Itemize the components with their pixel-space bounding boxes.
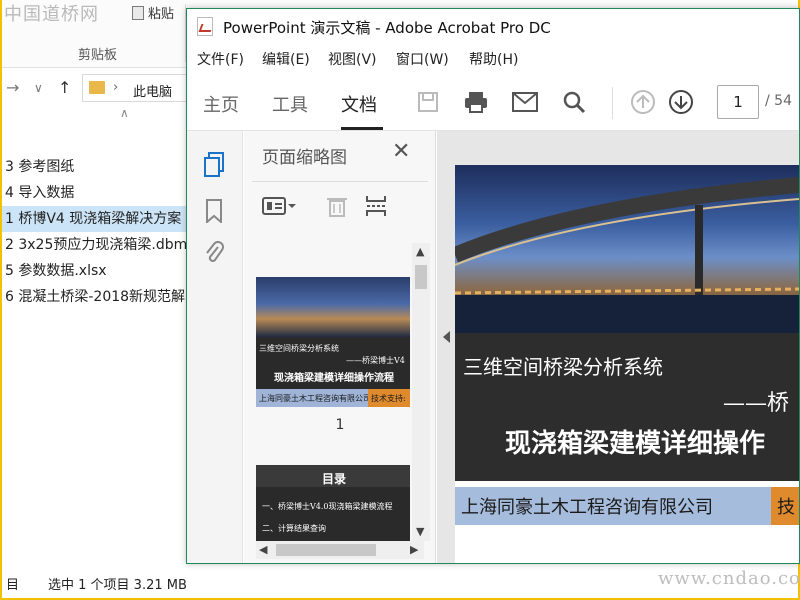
folder-icon — [89, 81, 105, 94]
thumbnail-options-icon[interactable] — [262, 193, 296, 219]
address-bar[interactable]: › 此电脑 — [82, 74, 192, 102]
thumbnail-page-number: 1 — [335, 417, 345, 433]
window-title: PowerPoint 演示文稿 - Adobe Acrobat Pro DC — [223, 19, 551, 37]
file-item[interactable]: 6 混凝土桥梁-2018新规范解 — [2, 284, 192, 310]
page-number-input[interactable]: 1 — [717, 85, 759, 119]
page-thumbnails-panel: 页面缩略图 ✕ 三维空间桥梁分析系统 ——桥梁博士V4 现浇箱梁建模详细操作流程… — [244, 131, 436, 563]
file-item[interactable]: 2 3x25预应力现浇箱梁.dbm — [2, 232, 192, 258]
save-icon[interactable] — [415, 89, 441, 115]
thumbnail-line3: 现浇箱梁建模详细操作流程 — [274, 373, 394, 384]
address-bar-area: → ∨ ↑ › 此电脑 — [2, 72, 192, 104]
slide-line1: 三维空间桥梁分析系统 — [463, 355, 663, 379]
thumbnail-company: 上海同豪土木工程咨询有限公司 — [259, 394, 371, 403]
status-selection: 选中 1 个项目 3.21 MB — [48, 578, 187, 593]
menu-bar: 文件(F) 编辑(E) 视图(V) 窗口(W) 帮助(H) — [187, 47, 799, 71]
thumbnail-bridge-photo — [256, 277, 410, 337]
search-icon[interactable] — [561, 89, 587, 115]
page-thumbnails-icon[interactable] — [201, 151, 227, 179]
scroll-left-icon[interactable]: ◀ — [259, 543, 267, 556]
paste-icon — [132, 6, 144, 20]
menu-file[interactable]: 文件(F) — [197, 49, 244, 69]
path-chevron-icon: › — [113, 80, 119, 95]
main-toolbar: 主页 工具 文档 1 / 54 — [187, 75, 799, 131]
thumbnails-panel-title: 页面缩略图 — [262, 148, 347, 168]
clipboard-group-label: 剪贴板 — [78, 48, 118, 63]
paste-label: 粘贴 — [148, 7, 175, 22]
email-icon[interactable] — [512, 89, 538, 115]
sort-caret-icon[interactable]: ∧ — [120, 106, 129, 120]
document-viewer: 三维空间桥梁分析系统 ——桥 现浇箱梁建模详细操作 上海同豪土木工程咨询有限公司… — [437, 131, 799, 563]
previous-page-icon[interactable] — [630, 89, 656, 115]
active-tab-indicator — [341, 127, 383, 130]
panel-divider — [252, 181, 428, 182]
thumbnails-horizontal-scrollbar[interactable]: ◀ ▶ — [256, 541, 424, 559]
watermark-bottom-right: www.cndao.com — [658, 568, 800, 589]
slide-line2: ——桥 — [723, 391, 790, 416]
slide-company: 上海同豪土木工程咨询有限公司 — [461, 497, 713, 518]
thumbnail-toc-heading: 目录 — [322, 472, 347, 486]
bridge-photo — [455, 165, 799, 333]
title-bar: PowerPoint 演示文稿 - Adobe Acrobat Pro DC — [187, 9, 799, 43]
menu-window[interactable]: 窗口(W) — [396, 49, 449, 69]
scrollbar-thumb[interactable] — [415, 265, 427, 289]
toolbar-divider — [612, 87, 613, 119]
file-item[interactable]: 4 导入数据 — [2, 180, 192, 206]
scroll-right-icon[interactable]: ▶ — [410, 543, 418, 556]
tab-tools[interactable]: 工具 — [272, 91, 308, 117]
delete-page-icon[interactable] — [326, 193, 348, 219]
menu-help[interactable]: 帮助(H) — [469, 49, 518, 69]
bookmark-icon[interactable] — [201, 197, 227, 225]
print-icon[interactable] — [463, 89, 489, 115]
forward-arrow-icon[interactable]: → — [6, 78, 19, 97]
horizontal-scrollbar-thumb[interactable] — [276, 544, 376, 556]
file-item[interactable]: 5 参数数据.xlsx — [2, 258, 192, 284]
attachment-icon[interactable] — [201, 239, 227, 267]
close-icon[interactable]: ✕ — [392, 141, 410, 163]
tab-home[interactable]: 主页 — [203, 91, 239, 117]
thumbnail-support-box: 技术支持: — [368, 389, 410, 407]
page-thumbnail-2[interactable]: 目录 一、桥梁博士V4.0现浇箱梁建模流程 二、计算结果查询 — [256, 465, 410, 541]
scroll-up-icon[interactable]: ▲ — [416, 245, 424, 258]
insert-page-icon[interactable] — [364, 193, 390, 219]
slide-company-band: 上海同豪土木工程咨询有限公司 技 — [455, 487, 799, 525]
collapse-panel-icon[interactable] — [443, 331, 450, 343]
page-total: / 54 — [765, 93, 792, 109]
thumbnail-line1: 三维空间桥梁分析系统 — [259, 344, 339, 353]
thumbnails-vertical-scrollbar[interactable]: ▲ ▼ — [412, 243, 430, 541]
file-item-selected[interactable]: 1 桥博V4 现浇箱梁解决方案 — [2, 206, 192, 232]
status-item-count: 目 — [6, 578, 20, 593]
slide-line3: 现浇箱梁建模详细操作 — [505, 429, 766, 459]
thumbnail-toc-item: 二、计算结果查询 — [262, 524, 326, 533]
slide-page: 三维空间桥梁分析系统 ——桥 现浇箱梁建模详细操作 上海同豪土木工程咨询有限公司… — [455, 165, 799, 563]
slide-support-box: 技 — [771, 487, 799, 525]
acrobat-window: PowerPoint 演示文稿 - Adobe Acrobat Pro DC 文… — [186, 8, 800, 564]
paste-button[interactable]: 粘贴 — [132, 3, 174, 22]
next-page-icon[interactable] — [668, 89, 694, 115]
thumbnail-company-band: 上海同豪土木工程咨询有限公司 技术支持: — [256, 389, 410, 407]
thumbnail-toc-item: 一、桥梁博士V4.0现浇箱梁建模流程 — [262, 502, 393, 511]
file-list: 3 参考图纸 4 导入数据 1 桥博V4 现浇箱梁解决方案 2 3x25预应力现… — [2, 154, 192, 310]
menu-edit[interactable]: 编辑(E) — [262, 49, 310, 69]
menu-view[interactable]: 视图(V) — [328, 49, 377, 69]
scroll-down-icon[interactable]: ▼ — [416, 525, 424, 538]
thumbnail-line2: ——桥梁博士V4 — [346, 356, 405, 365]
recent-locations-chevron-icon[interactable]: ∨ — [34, 81, 43, 95]
address-path: 此电脑 — [133, 85, 173, 100]
slide-support: 技 — [777, 497, 795, 518]
thumbnail-support: 技术支持: — [371, 394, 406, 403]
left-navigation-strip — [187, 131, 243, 563]
file-item[interactable]: 3 参考图纸 — [2, 154, 192, 180]
watermark-top-left: 中国道桥网 — [4, 4, 99, 25]
page-thumbnail-1[interactable]: 三维空间桥梁分析系统 ——桥梁博士V4 现浇箱梁建模详细操作流程 上海同豪土木工… — [256, 277, 410, 407]
acrobat-app-icon — [197, 17, 213, 36]
tab-document[interactable]: 文档 — [341, 91, 377, 117]
up-arrow-icon[interactable]: ↑ — [58, 78, 71, 97]
